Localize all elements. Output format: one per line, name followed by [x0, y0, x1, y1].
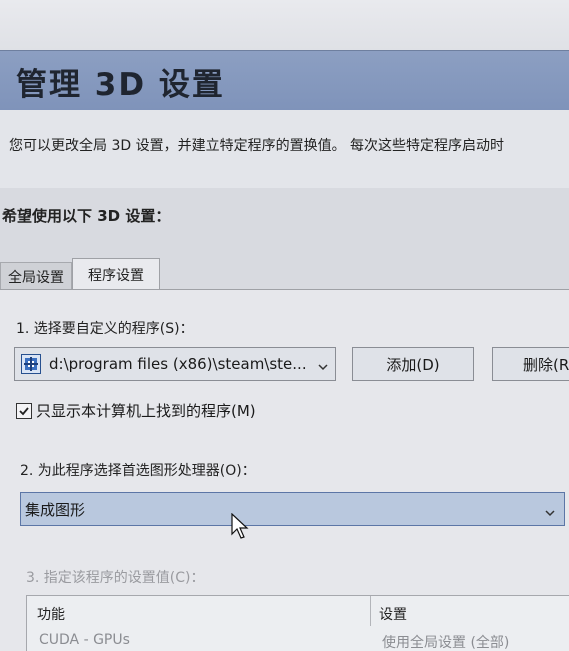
top-strip — [0, 0, 569, 50]
page-header: 管理 3D 设置 — [0, 50, 569, 110]
graphics-processor-select[interactable]: 集成图形 — [20, 492, 565, 526]
chevron-down-icon[interactable] — [544, 504, 556, 523]
show-found-programs-checkbox[interactable] — [16, 402, 32, 419]
step3-label: 3. 指定该程序的设置值(C)： — [26, 570, 205, 586]
remove-button[interactable]: 删除(R — [492, 347, 569, 381]
page-description: 您可以更改全局 3D 设置，并建立特定程序的置换值。 每次这些特定程序启动时 — [9, 138, 505, 154]
page-title: 管理 3D 设置 — [16, 67, 225, 103]
table-row-setting: 使用全局设置 (全部) — [382, 635, 510, 651]
tab-program-settings[interactable]: 程序设置 — [72, 258, 160, 290]
settings-table: 功能 设置 CUDA - GPUs 使用全局设置 (全部) — [26, 595, 569, 651]
chevron-down-icon[interactable] — [317, 358, 329, 377]
section-title: 希望使用以下 3D 设置： — [2, 207, 171, 225]
column-header-setting: 设置 — [379, 607, 407, 623]
tab-global-settings[interactable]: 全局设置 — [0, 262, 72, 290]
step2-label: 2. 为此程序选择首选图形处理器(O)： — [20, 463, 256, 479]
step1-label: 1. 选择要自定义的程序(S)： — [16, 321, 194, 337]
column-divider[interactable] — [370, 596, 371, 626]
show-found-programs-checkbox-row[interactable]: 只显示本计算机上找到的程序(M) — [16, 400, 256, 421]
add-button[interactable]: 添加(D) — [352, 347, 474, 381]
table-row-feature: CUDA - GPUs — [39, 632, 130, 648]
checkmark-icon — [19, 406, 29, 415]
graphics-processor-value: 集成图形 — [25, 500, 86, 519]
program-icon — [21, 354, 41, 374]
show-found-programs-label: 只显示本计算机上找到的程序(M) — [36, 402, 256, 420]
mouse-pointer-icon — [231, 512, 249, 543]
program-select-value: d:\program files (x86)\steam\ste... — [49, 355, 307, 373]
program-select[interactable]: d:\program files (x86)\steam\ste... — [14, 347, 336, 381]
column-header-feature: 功能 — [37, 607, 65, 623]
